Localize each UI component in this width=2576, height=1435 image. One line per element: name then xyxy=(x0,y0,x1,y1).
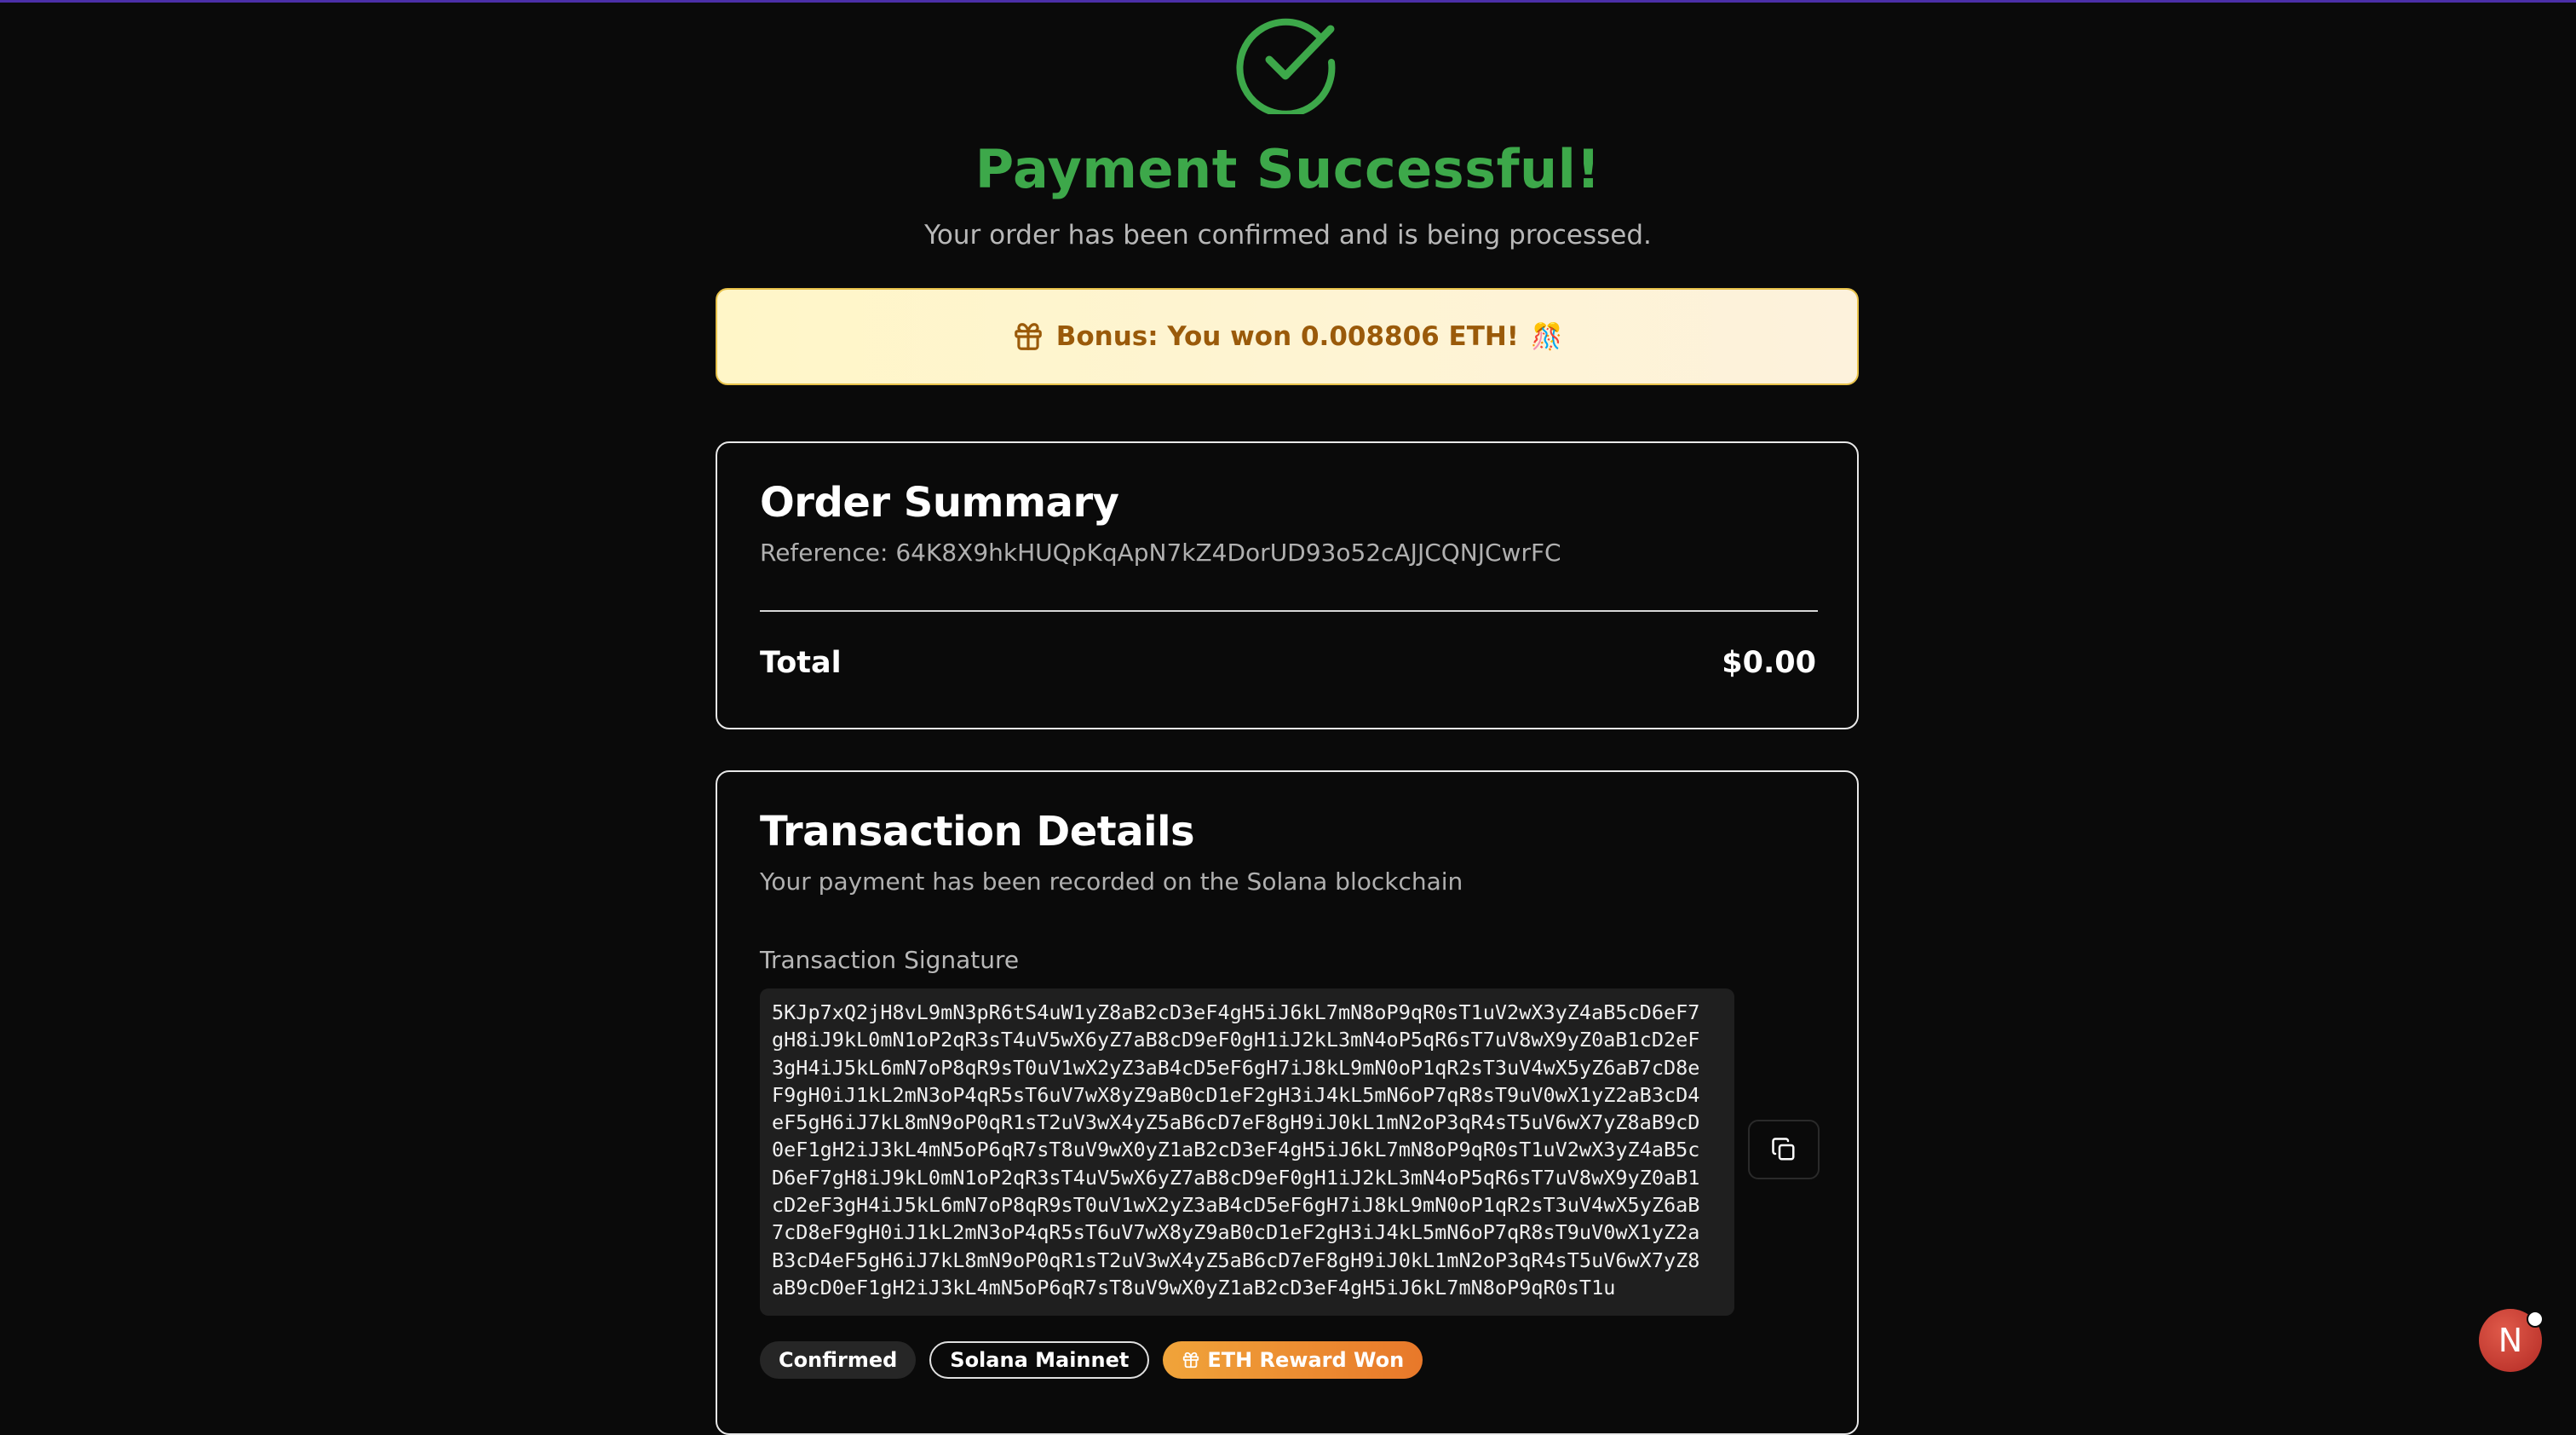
order-summary-title: Order Summary xyxy=(760,479,1119,527)
order-summary-card: Order Summary Reference: 64K8X9hkHUQpKqA… xyxy=(716,441,1859,729)
signature-line: 3gH4iJ5kL6mN7oP8qR9sT0uV1wX2yZ3aB4cD5eF6… xyxy=(772,1055,1700,1080)
status-badge-confirmed: Confirmed xyxy=(760,1341,917,1379)
status-badges: Confirmed Solana Mainnet ETH Reward Won xyxy=(760,1341,1423,1379)
payment-success-page: Payment Successful! Your order has been … xyxy=(0,0,2576,1435)
transaction-details-title: Transaction Details xyxy=(760,808,1195,856)
bonus-banner: Bonus: You won 0.008806 ETH! 🎊 xyxy=(716,288,1859,385)
gift-icon xyxy=(1014,323,1042,350)
transaction-details-card: Transaction Details Your payment has bee… xyxy=(716,770,1859,1435)
signature-line: gH8iJ9kL0mN1oP2qR3sT4uV5wX6yZ7aB8cD9eF0g… xyxy=(772,1028,1700,1052)
page-title: Payment Successful! xyxy=(975,138,1601,200)
total-value: $0.00 xyxy=(1722,646,1816,680)
signature-line: cD2eF3gH4iJ5kL6mN7oP8qR9sT0uV1wX2yZ3aB4c… xyxy=(772,1193,1700,1218)
transaction-details-subtitle: Your payment has been recorded on the So… xyxy=(760,867,1463,896)
signature-line: eF5gH6iJ7kL8mN9oP0qR1sT2uV3wX4yZ5aB6cD7e… xyxy=(772,1110,1700,1135)
network-badge: Solana Mainnet xyxy=(929,1341,1150,1379)
status-badge-label: Confirmed xyxy=(779,1348,898,1372)
signature-line: F9gH0iJ1kL2mN3oP4qR5sT6uV7wX8yZ9aB0cD1eF… xyxy=(772,1082,1700,1107)
reward-badge: ETH Reward Won xyxy=(1163,1341,1423,1379)
signature-line: 5KJp7xQ2jH8vL9mN3pR6tS4uW1yZ8aB2cD3eF4gH… xyxy=(772,1000,1700,1024)
reward-badge-label: ETH Reward Won xyxy=(1207,1348,1405,1372)
copy-signature-button[interactable] xyxy=(1748,1120,1820,1179)
signature-line: aB9cD0eF1gH2iJ3kL4mN5oP6qR7sT8uV9wX0yZ1a… xyxy=(772,1275,1616,1300)
signature-label: Transaction Signature xyxy=(760,946,1020,974)
signature-line: 7cD8eF9gH0iJ1kL2mN3oP4qR5sT6uV7wX8yZ9aB0… xyxy=(772,1220,1700,1245)
notification-dot xyxy=(2527,1311,2544,1328)
order-reference: Reference: 64K8X9hkHUQpKqApN7kZ4DorUD93o… xyxy=(760,539,1561,567)
signature-line: 0eF1gH2iJ3kL4mN5oP6qR7sT8uV9wX0yZ1aB2cD3… xyxy=(772,1138,1700,1162)
avatar-initial: N xyxy=(2498,1322,2523,1359)
divider xyxy=(760,610,1818,612)
confetti-icon: 🎊 xyxy=(1530,321,1563,352)
copy-icon xyxy=(1772,1138,1795,1161)
gift-icon xyxy=(1183,1351,1199,1369)
network-badge-label: Solana Mainnet xyxy=(950,1348,1130,1372)
page-subtitle: Your order has been confirmed and is bei… xyxy=(924,220,1652,251)
total-label: Total xyxy=(760,646,842,680)
transaction-signature[interactable]: 5KJp7xQ2jH8vL9mN3pR6tS4uW1yZ8aB2cD3eF4gH… xyxy=(760,988,1734,1316)
signature-line: D6eF7gH8iJ9kL0mN1oP2qR3sT4uV5wX6yZ7aB8cD… xyxy=(772,1165,1700,1190)
signature-line: B3cD4eF5gH6iJ7kL8mN9oP0qR1sT2uV3wX4yZ5aB… xyxy=(772,1248,1700,1272)
bonus-text: Bonus: You won 0.008806 ETH! xyxy=(1055,321,1519,352)
check-circle-icon xyxy=(1236,18,1336,114)
